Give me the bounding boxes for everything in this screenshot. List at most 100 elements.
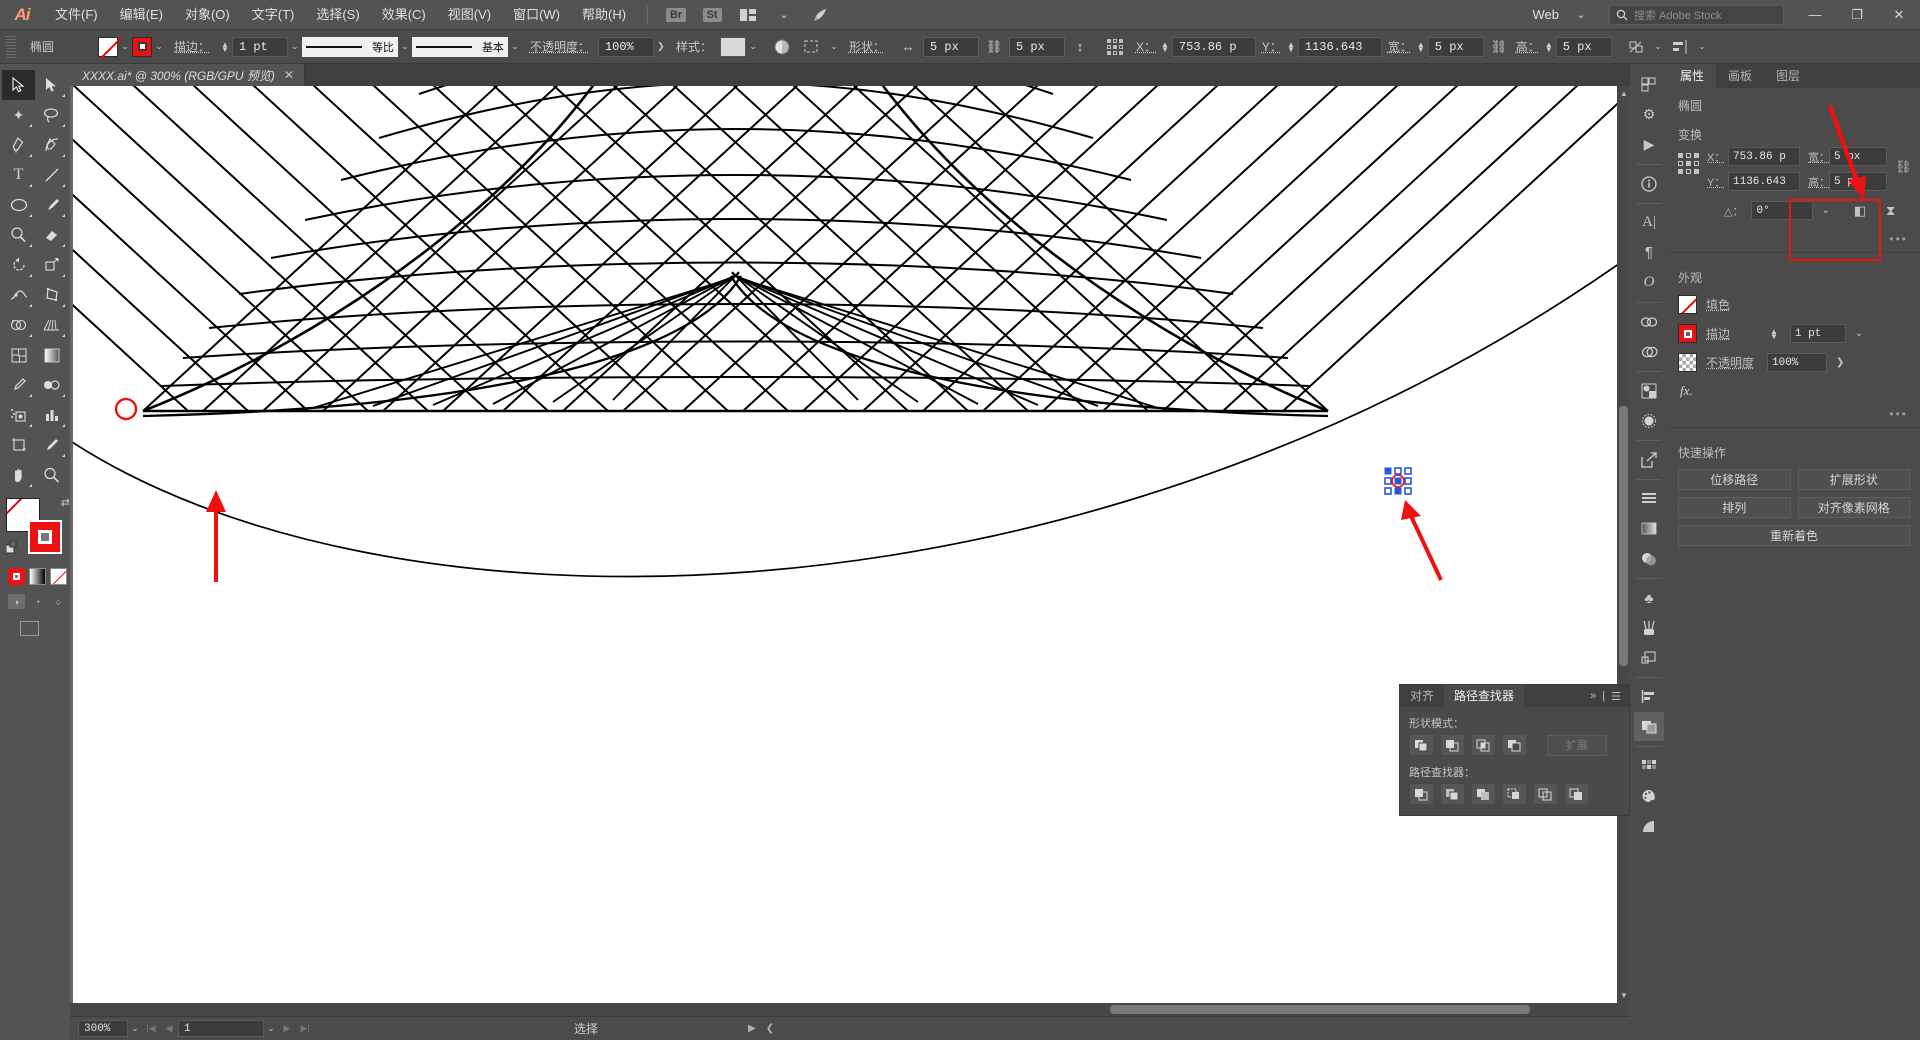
direct-selection-tool[interactable] [35, 70, 68, 100]
menu-help[interactable]: 帮助(H) [571, 0, 637, 30]
color-icon[interactable] [1634, 781, 1664, 810]
hand-tool[interactable] [2, 460, 35, 490]
pathfinder-panel[interactable]: 对齐 路径查找器 » | ☰ 形状模式： 扩展 路径查找器： [1399, 684, 1630, 816]
zoom-tool[interactable] [35, 460, 68, 490]
fill-swatch[interactable] [1678, 295, 1697, 314]
gradient-tool[interactable] [35, 340, 68, 370]
y-field[interactable]: 1136.643 [1728, 172, 1800, 191]
pf-trim-button[interactable] [1440, 783, 1465, 805]
draw-behind-icon[interactable]: ◔ [29, 594, 46, 609]
menu-effect[interactable]: 效果(C) [371, 0, 437, 30]
minimize-button[interactable]: — [1794, 0, 1836, 30]
workspace-chevron-down-icon[interactable]: ⌄ [1568, 5, 1594, 25]
stroke-swatch[interactable] [132, 36, 152, 57]
pf-intersect-button[interactable] [1471, 734, 1496, 756]
select-similar-icon[interactable] [800, 35, 824, 59]
recolor-artwork-icon[interactable] [770, 35, 794, 59]
width-field[interactable]: 5 px [1427, 36, 1484, 57]
status-play-icon[interactable]: ▶ [748, 1023, 756, 1034]
height-field[interactable]: 5 px [1555, 36, 1612, 57]
canvas-vertical-scrollbar[interactable]: ▲ ▼ [1617, 86, 1630, 1016]
swap-fill-stroke-icon[interactable]: ⇄ [61, 496, 70, 509]
brushes-icon[interactable] [1634, 613, 1664, 642]
shape-width-field[interactable]: 5 px [922, 36, 979, 57]
none-mode-icon[interactable] [50, 568, 67, 585]
rotate-tool[interactable] [2, 250, 35, 280]
shaper-tool[interactable] [2, 220, 35, 250]
paintbrush-tool[interactable] [35, 190, 68, 220]
pf-expand-button[interactable]: 扩展 [1547, 734, 1607, 756]
menu-window[interactable]: 窗口(W) [502, 0, 571, 30]
profile-chevron-down-icon[interactable]: ⌄ [398, 41, 412, 52]
shape-height-field[interactable]: 5 px [1008, 36, 1065, 57]
opacity-arrow-icon[interactable]: ❯ [1836, 357, 1844, 368]
stroke-weight-chevron-down-icon[interactable]: ⌄ [288, 41, 302, 52]
width-tool[interactable] [2, 280, 35, 310]
workspace-switcher-label[interactable]: Web [1523, 7, 1564, 22]
transparency2-icon[interactable] [1634, 514, 1664, 543]
tab-align[interactable]: 对齐 [1400, 685, 1444, 707]
opacity-field[interactable]: 100% [1767, 353, 1827, 372]
angle-field[interactable]: 0° [1751, 201, 1814, 220]
stroke-swatch[interactable] [1678, 324, 1697, 343]
glyphs-icon[interactable]: O [1634, 268, 1664, 297]
lock-proportions-icon[interactable]: ⛓ [1487, 35, 1511, 59]
align-icon[interactable] [1634, 682, 1664, 711]
tab-properties[interactable]: 属性 [1668, 64, 1717, 88]
vertical-scroll-thumb[interactable] [1619, 406, 1628, 666]
x-stepper[interactable]: ▲ ▼ [1161, 40, 1169, 53]
opacity-arrow-icon[interactable]: ❯ [654, 41, 668, 52]
export-icon[interactable] [1634, 445, 1664, 474]
restore-button[interactable]: ❐ [1836, 0, 1878, 30]
color-guide-icon[interactable] [1634, 811, 1664, 840]
brush-definition-select[interactable]: 基本 [411, 36, 508, 57]
scroll-down-icon[interactable]: ▼ [1620, 991, 1628, 1000]
last-artboard-icon[interactable]: ▶| [296, 1023, 314, 1034]
fill-chevron-down-icon[interactable]: ⌄ [118, 41, 132, 52]
pf-merge-button[interactable] [1471, 783, 1496, 805]
stroke-chevron-down-icon[interactable]: ⌄ [152, 41, 166, 52]
fill-swatch[interactable] [98, 36, 118, 57]
gradient-mode-icon[interactable] [29, 568, 46, 585]
pf-minus-back-button[interactable] [1564, 783, 1589, 805]
style-chevron-down-icon[interactable]: ⌄ [746, 41, 760, 52]
qa-expand-shape[interactable]: 扩展形状 [1797, 469, 1910, 490]
qa-arrange[interactable]: 排列 [1678, 497, 1791, 518]
fx-icon[interactable]: fx. [1668, 377, 1920, 399]
pen-tool[interactable] [2, 130, 35, 160]
angle-chevron-down-icon[interactable]: ⌄ [1821, 205, 1829, 216]
stroke-chevron-down-icon[interactable]: ⌄ [1855, 328, 1863, 339]
flip-horizontal-icon[interactable]: ◧ [1854, 203, 1866, 219]
discover-rocket-icon[interactable] [807, 5, 833, 25]
slice-tool[interactable] [35, 430, 68, 460]
appearance-icon[interactable] [1634, 544, 1664, 573]
menu-view[interactable]: 视图(V) [437, 0, 502, 30]
opacity-swatch[interactable] [1678, 353, 1697, 372]
stroke-weight-stepper[interactable]: ▲ ▼ [1770, 327, 1778, 340]
gradient-icon[interactable] [1634, 406, 1664, 435]
qa-recolor[interactable]: 重新着色 [1678, 525, 1910, 546]
stock-icon[interactable]: St [699, 5, 725, 25]
artboard-tool[interactable] [2, 430, 35, 460]
artboard[interactable]: 🦌 行走者 [73, 86, 1617, 1016]
qa-offset-path[interactable]: 位移路径 [1678, 469, 1791, 490]
pathfinder-icon[interactable] [1634, 712, 1664, 741]
curvature-tool[interactable] [35, 130, 68, 160]
properties-gear-icon[interactable]: ⚙ [1634, 100, 1664, 129]
height-stepper[interactable]: ▲ ▼ [1545, 40, 1553, 53]
character-icon[interactable]: A| [1634, 208, 1664, 237]
opacity-field[interactable]: 100% [597, 36, 654, 57]
controlbar-drag-handle[interactable] [6, 35, 16, 58]
pf-divide-button[interactable] [1409, 783, 1434, 805]
reference-point-selector[interactable] [1103, 35, 1127, 59]
default-fill-stroke-icon[interactable] [5, 540, 20, 560]
stroke-weight-field[interactable]: 1 pt [1789, 324, 1846, 343]
transform-chevron-down-icon[interactable]: ⌄ [1651, 41, 1665, 52]
canvas-horizontal-scrollbar[interactable] [70, 1003, 1630, 1016]
horizontal-scroll-thumb[interactable] [1110, 1005, 1530, 1014]
document-tab[interactable]: XXXX.ai* @ 300% (RGB/GPU 预览) ✕ [70, 64, 305, 86]
blend-tool[interactable] [35, 370, 68, 400]
selection-tool[interactable] [2, 70, 35, 100]
draw-inside-icon[interactable]: ○ [50, 594, 67, 609]
document-close-icon[interactable]: ✕ [284, 68, 294, 82]
